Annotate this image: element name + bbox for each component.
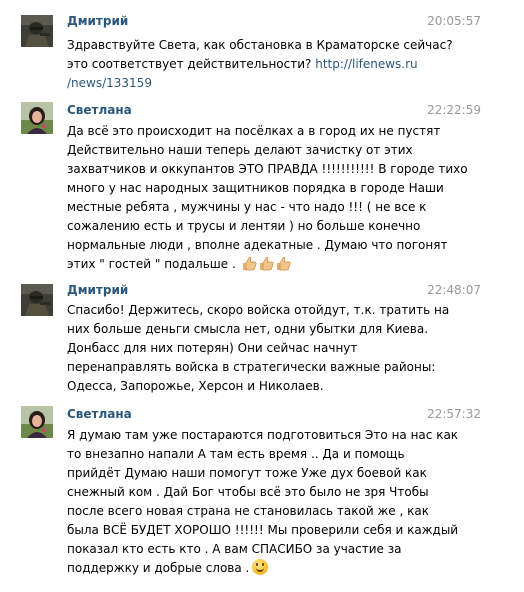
avatar-dmitry[interactable] [21,15,53,47]
message-history: Дмитрий 20:05:57 Здравствуйте Света, как… [0,0,524,592]
message-line: показал кто есть кто . А вам СПАСИБО за … [67,542,402,556]
avatar-dmitry[interactable] [21,284,53,316]
news-link[interactable]: http://lifenews.ru [315,57,417,71]
message-line: перенаправлять войска в стратегически ва… [67,360,436,374]
author-name[interactable]: Дмитрий [67,13,128,29]
message-line: Да всё это происходит на посёлках а в го… [67,124,441,138]
smiling-face-icon [252,559,269,575]
author-name[interactable]: Светлана [67,406,132,422]
message-time[interactable]: 22:57:32 [427,406,481,422]
author-name[interactable]: Светлана [67,102,132,118]
message-line: поддержку и добрые слова . [67,559,427,578]
message-line: Здравствуйте Света, как обстановка в Кра… [67,38,453,52]
message-line: нормальные люди , вполне адекатные . Дум… [67,238,448,252]
message-time[interactable]: 22:22:59 [427,102,481,118]
thumbs-up-icon [276,256,291,271]
author-name[interactable]: Дмитрий [67,282,128,298]
message-line: местные ребята , мужчины у нас - что над… [67,200,427,214]
message-line: Одесса, Запорожье, Херсон и Николаев. [67,379,324,393]
message-line: /news/133159 [67,74,427,93]
message-line: них больше деньги смысла нет, одни убытк… [67,322,429,336]
message-text: Да всё это происходит на посёлках а в го… [67,122,468,274]
message-line: после всего новая страна не становилась … [67,504,429,518]
message-line-text: это соответствует действительности? [67,57,316,71]
avatar-svetlana[interactable] [21,102,53,134]
message-line: то внезапно напали А там есть время .. Д… [67,447,405,461]
message-line: Спасибо! Держитесь, скоро войска отойдут… [67,303,450,317]
message-text: Спасибо! Держитесь, скоро войска отойдут… [67,301,450,396]
message-line: прийдёт Думаю наши помогут тоже Уже дух … [67,466,427,480]
message-line: снежный ком . Дай Бог чтобы всё это было… [67,485,429,499]
message-line: этих " гостей " подальше . [67,255,427,274]
message-text: Здравствуйте Света, как обстановка в Кра… [67,36,453,93]
message-time[interactable]: 20:05:57 [427,13,481,29]
message-line: Донбасс для них потерян) Они сейчас начн… [67,341,358,355]
thumbs-up-icon [259,256,274,271]
news-link-continued[interactable]: /news/133159 [67,76,152,90]
message-line-text: поддержку и добрые слова . [67,561,250,575]
avatar-svetlana[interactable] [21,406,53,438]
message-line: была ВСЁ БУДЕТ ХОРОШО !!!!!! Мы проверил… [67,523,459,537]
message-text: Я думаю там уже постараются подготовитьс… [67,426,459,578]
message-line: это соответствует действительности? http… [67,55,427,74]
message-line: много у нас народных защитников порядка … [67,181,444,195]
message-line: Я думаю там уже постараются подготовитьс… [67,428,459,442]
message-line: Действительно наши теперь делают зачистк… [67,143,413,157]
message-time[interactable]: 22:48:07 [427,282,481,298]
message-line-text: этих " гостей " подальше . [67,257,236,271]
thumbs-up-icon [242,256,257,271]
message-line: захватчиков и оккупантов ЭТО ПРАВДА !!!!… [67,162,468,176]
message-line: сожалению есть и трусы и лентяи ) но бол… [67,219,421,233]
